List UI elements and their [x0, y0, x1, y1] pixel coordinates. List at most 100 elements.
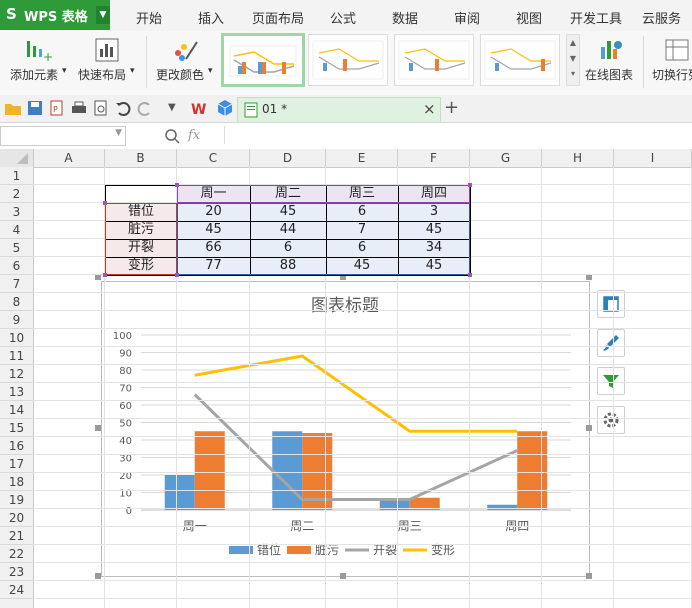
chevron-down-icon[interactable]: ▼	[96, 6, 110, 24]
row-header-1[interactable]: 1	[0, 167, 33, 185]
table-cell[interactable]: 44	[250, 221, 326, 239]
column-header-d[interactable]: D	[250, 149, 326, 167]
row-header-13[interactable]: 13	[0, 383, 33, 401]
row-header-20[interactable]: 20	[0, 509, 33, 527]
menu-review[interactable]: 审阅	[454, 8, 480, 27]
row-header-16[interactable]: 16	[0, 437, 33, 455]
chevron-down-icon[interactable]: ▼	[115, 128, 122, 138]
resize-handle-br[interactable]	[586, 573, 592, 579]
table-cell[interactable]: 66	[177, 239, 250, 257]
row-header-3[interactable]: 3	[0, 203, 33, 221]
resize-handle-bl[interactable]	[95, 573, 101, 579]
document-tab[interactable]: 01 * ×	[237, 97, 441, 122]
toolbar-more-icon[interactable]: ▼	[168, 102, 176, 113]
undo-icon[interactable]	[114, 100, 132, 116]
row-header-7[interactable]: 7	[0, 275, 33, 293]
table-row-label[interactable]: 开裂	[105, 239, 177, 257]
range-corner-marker[interactable]	[468, 183, 472, 187]
formula-input[interactable]	[224, 126, 691, 144]
quick-layout-button[interactable]: 快速布局	[78, 66, 126, 83]
table-cell[interactable]: 45	[177, 221, 250, 239]
menu-page-layout[interactable]: 页面布局	[252, 8, 304, 27]
column-header-h[interactable]: H	[542, 149, 614, 167]
row-header-17[interactable]: 17	[0, 455, 33, 473]
range-corner-marker[interactable]	[175, 183, 179, 187]
add-element-icon[interactable]: +	[24, 37, 52, 63]
chevron-down-icon[interactable]: ▾	[62, 66, 67, 76]
chevron-up-icon[interactable]: ▲	[567, 35, 579, 51]
table-cell[interactable]: 20	[177, 203, 250, 221]
table-cell[interactable]: 7	[326, 221, 398, 239]
column-header-f[interactable]: F	[398, 149, 470, 167]
row-header-24[interactable]: 24	[0, 581, 33, 599]
table-cell[interactable]: 45	[398, 221, 470, 239]
switch-rowcol-icon[interactable]	[664, 37, 690, 63]
wps-logo-button[interactable]: S WPS 表格 ▼	[0, 0, 110, 30]
fx-icon[interactable]: fx	[188, 128, 200, 143]
online-chart-button[interactable]: 在线图表	[585, 66, 633, 83]
quick-layout-icon[interactable]	[94, 37, 120, 63]
column-header-e[interactable]: E	[326, 149, 398, 167]
row-header-21[interactable]: 21	[0, 527, 33, 545]
chevron-down-icon[interactable]: ▼	[567, 51, 579, 67]
table-cell[interactable]: 3	[398, 203, 470, 221]
row-header-11[interactable]: 11	[0, 347, 33, 365]
chevron-down-icon[interactable]: ▾	[208, 66, 213, 76]
table-header-cell[interactable]: 周三	[326, 185, 398, 203]
export-pdf-icon[interactable]: P	[48, 100, 66, 116]
menu-cloud[interactable]: 云服务	[642, 8, 681, 27]
table-cell[interactable]: 45	[250, 203, 326, 221]
chart-style-thumb-3[interactable]	[394, 34, 474, 86]
gallery-scrollbar[interactable]: ▲ ▼ ▾	[566, 34, 580, 86]
row-header-4[interactable]: 4	[0, 221, 33, 239]
cloud-cube-icon[interactable]	[216, 99, 234, 117]
wps-w-icon[interactable]: W	[190, 100, 208, 116]
table-cell[interactable]: 45	[326, 257, 398, 275]
resize-handle-l[interactable]	[95, 425, 101, 431]
change-color-button[interactable]: 更改颜色	[156, 66, 204, 83]
open-folder-icon[interactable]	[4, 100, 22, 116]
name-box[interactable]: ▼	[0, 126, 126, 146]
print-preview-icon[interactable]	[92, 100, 110, 116]
chart-style-thumb-4[interactable]	[480, 34, 560, 86]
row-header-14[interactable]: 14	[0, 401, 33, 419]
save-icon[interactable]	[26, 100, 44, 116]
row-header-5[interactable]: 5	[0, 239, 33, 257]
row-header-8[interactable]: 8	[0, 293, 33, 311]
menu-formula[interactable]: 公式	[330, 8, 356, 27]
row-header-2[interactable]: 2	[0, 185, 33, 203]
chart-elements-button[interactable]	[597, 290, 625, 318]
table-row-label[interactable]: 变形	[105, 257, 177, 275]
chart-style-button[interactable]	[597, 329, 625, 357]
row-header-19[interactable]: 19	[0, 491, 33, 509]
close-icon[interactable]: ×	[423, 100, 436, 118]
zoom-search-icon[interactable]	[164, 128, 180, 144]
select-all-corner[interactable]	[0, 149, 34, 167]
switch-rowcol-button[interactable]: 切换行列	[652, 68, 692, 82]
change-color-icon[interactable]	[172, 37, 200, 63]
chart-style-thumb-2[interactable]	[308, 34, 388, 86]
column-header-g[interactable]: G	[470, 149, 542, 167]
row-header-12[interactable]: 12	[0, 365, 33, 383]
row-header-18[interactable]: 18	[0, 473, 33, 491]
row-header-22[interactable]: 22	[0, 545, 33, 563]
column-header-c[interactable]: C	[177, 149, 250, 167]
column-header-b[interactable]: B	[105, 149, 177, 167]
table-row-label[interactable]: 脏污	[105, 221, 177, 239]
resize-handle-r[interactable]	[586, 425, 592, 431]
resize-handle-b[interactable]	[340, 573, 346, 579]
range-corner-marker[interactable]	[175, 273, 179, 277]
range-corner-marker[interactable]	[103, 201, 107, 205]
chart-settings-button[interactable]	[597, 406, 625, 434]
range-corner-marker[interactable]	[103, 273, 107, 277]
column-header-a[interactable]: A	[33, 149, 105, 167]
redo-icon[interactable]	[136, 100, 154, 116]
table-cell[interactable]: 6	[250, 239, 326, 257]
range-corner-marker[interactable]	[468, 273, 472, 277]
table-row-label[interactable]: 错位	[105, 203, 177, 221]
menu-developer[interactable]: 开发工具	[570, 8, 622, 27]
row-header-10[interactable]: 10	[0, 329, 33, 347]
new-tab-icon[interactable]: +	[444, 97, 459, 118]
table-header-cell[interactable]: 周四	[398, 185, 470, 203]
chevron-down-icon[interactable]: ▾	[130, 66, 135, 76]
